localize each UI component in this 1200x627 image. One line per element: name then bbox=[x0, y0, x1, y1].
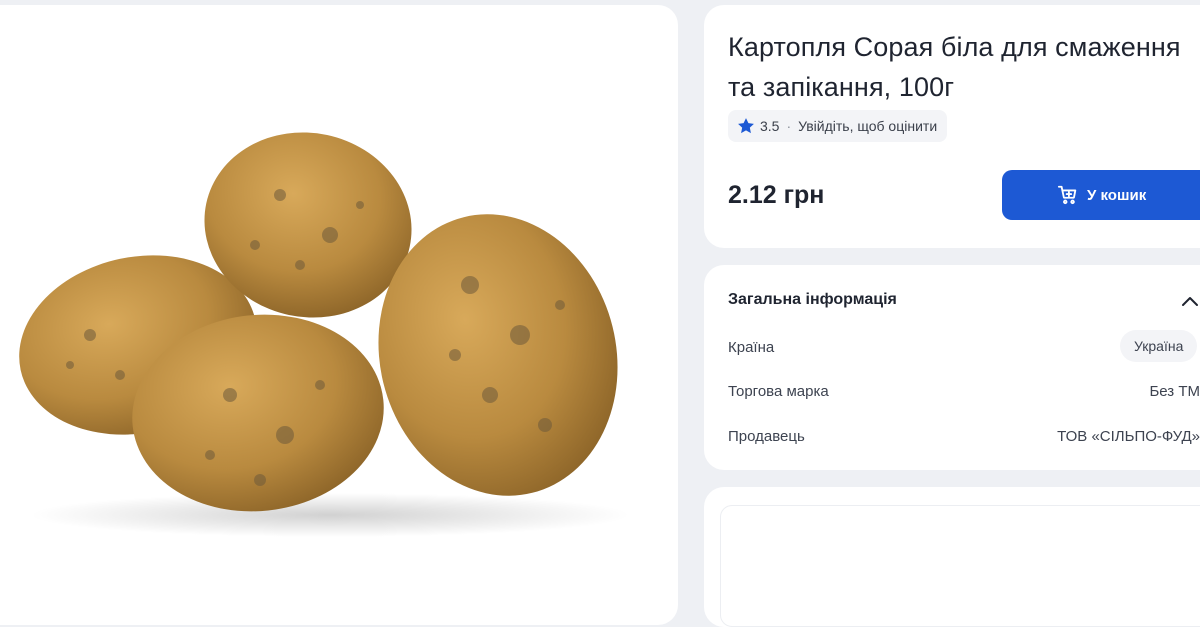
info-value-brand: Без ТМ bbox=[1149, 383, 1200, 400]
add-to-cart-button[interactable]: У кошик bbox=[1002, 170, 1200, 220]
general-info-card: Загальна інформація Країна Україна Торго… bbox=[704, 265, 1200, 470]
product-summary-card: Картопля Сорая біла для смаження та запі… bbox=[704, 5, 1200, 248]
star-icon bbox=[738, 118, 754, 134]
additional-info-panel bbox=[720, 505, 1200, 627]
info-value-seller: ТОВ «СІЛЬПО-ФУД» bbox=[1057, 428, 1200, 445]
product-image[interactable] bbox=[0, 105, 660, 545]
info-label-brand: Торгова марка bbox=[728, 383, 829, 400]
add-to-cart-label: У кошик bbox=[1087, 186, 1147, 204]
info-label-country: Країна bbox=[728, 339, 775, 356]
rating-widget[interactable]: 3.5 · Увійдіть, щоб оцінити bbox=[728, 110, 948, 142]
product-image-card bbox=[0, 5, 678, 625]
info-label-seller: Продавець bbox=[728, 428, 805, 445]
general-info-heading[interactable]: Загальна інформація bbox=[728, 291, 897, 309]
rating-value: 3.5 bbox=[760, 118, 780, 134]
rating-separator: · bbox=[786, 118, 792, 134]
product-price: 2.12 грн bbox=[728, 181, 825, 209]
cart-add-icon bbox=[1057, 185, 1077, 205]
additional-info-card bbox=[704, 487, 1200, 627]
info-value-country[interactable]: Україна bbox=[1120, 330, 1198, 362]
rate-login-link[interactable]: Увійдіть, щоб оцінити bbox=[798, 118, 937, 134]
chevron-up-icon[interactable] bbox=[1180, 293, 1200, 309]
product-title: Картопля Сорая біла для смаження та запі… bbox=[728, 32, 1181, 102]
